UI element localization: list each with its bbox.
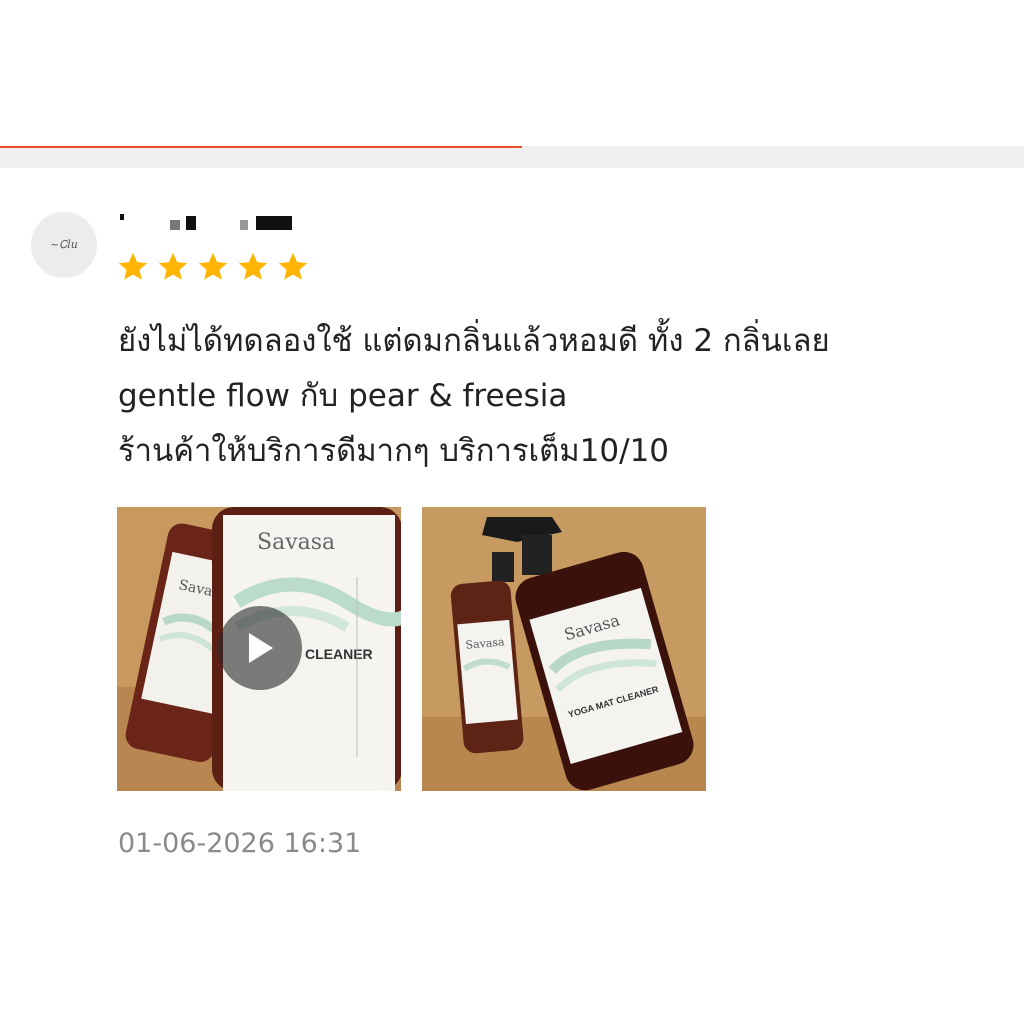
review-line: ยังไม่ได้ทดลองใช้ แต่ดมกลิ่นแล้วหอมดี ทั…: [118, 323, 830, 359]
review-timestamp: 01-06-2026 16:31: [118, 828, 362, 859]
review-line: gentle flow กับ pear & freesia: [118, 378, 568, 414]
star-rating: [116, 250, 310, 284]
progress-bar: [0, 146, 523, 148]
play-icon: [249, 633, 273, 663]
star-icon: [278, 252, 308, 280]
product-text: CLEANER: [305, 646, 373, 662]
play-button[interactable]: [218, 606, 302, 690]
product-photo: Savasa YOGA MAT CLEANER Savasa: [422, 507, 706, 791]
star-icon: [198, 252, 228, 280]
review-line: ร้านค้าให้บริการดีมากๆ บริการเต็ม10/10: [118, 433, 670, 469]
review-text: ยังไม่ได้ทดลองใช้ แต่ดมกลิ่นแล้วหอมดี ทั…: [118, 314, 998, 479]
brand-text: Savasa: [257, 530, 335, 555]
review-video-thumbnail[interactable]: Savasa Savasa CLEANER: [117, 507, 401, 791]
avatar[interactable]: ~Ꮯlu: [31, 212, 97, 278]
star-icon: [118, 252, 148, 280]
review-photo[interactable]: Savasa YOGA MAT CLEANER Savasa: [422, 507, 706, 791]
username-redacted: [118, 212, 318, 232]
avatar-icon: ~Ꮯlu: [50, 238, 78, 251]
star-icon: [158, 252, 188, 280]
star-icon: [238, 252, 268, 280]
progress-track: [0, 146, 1024, 168]
